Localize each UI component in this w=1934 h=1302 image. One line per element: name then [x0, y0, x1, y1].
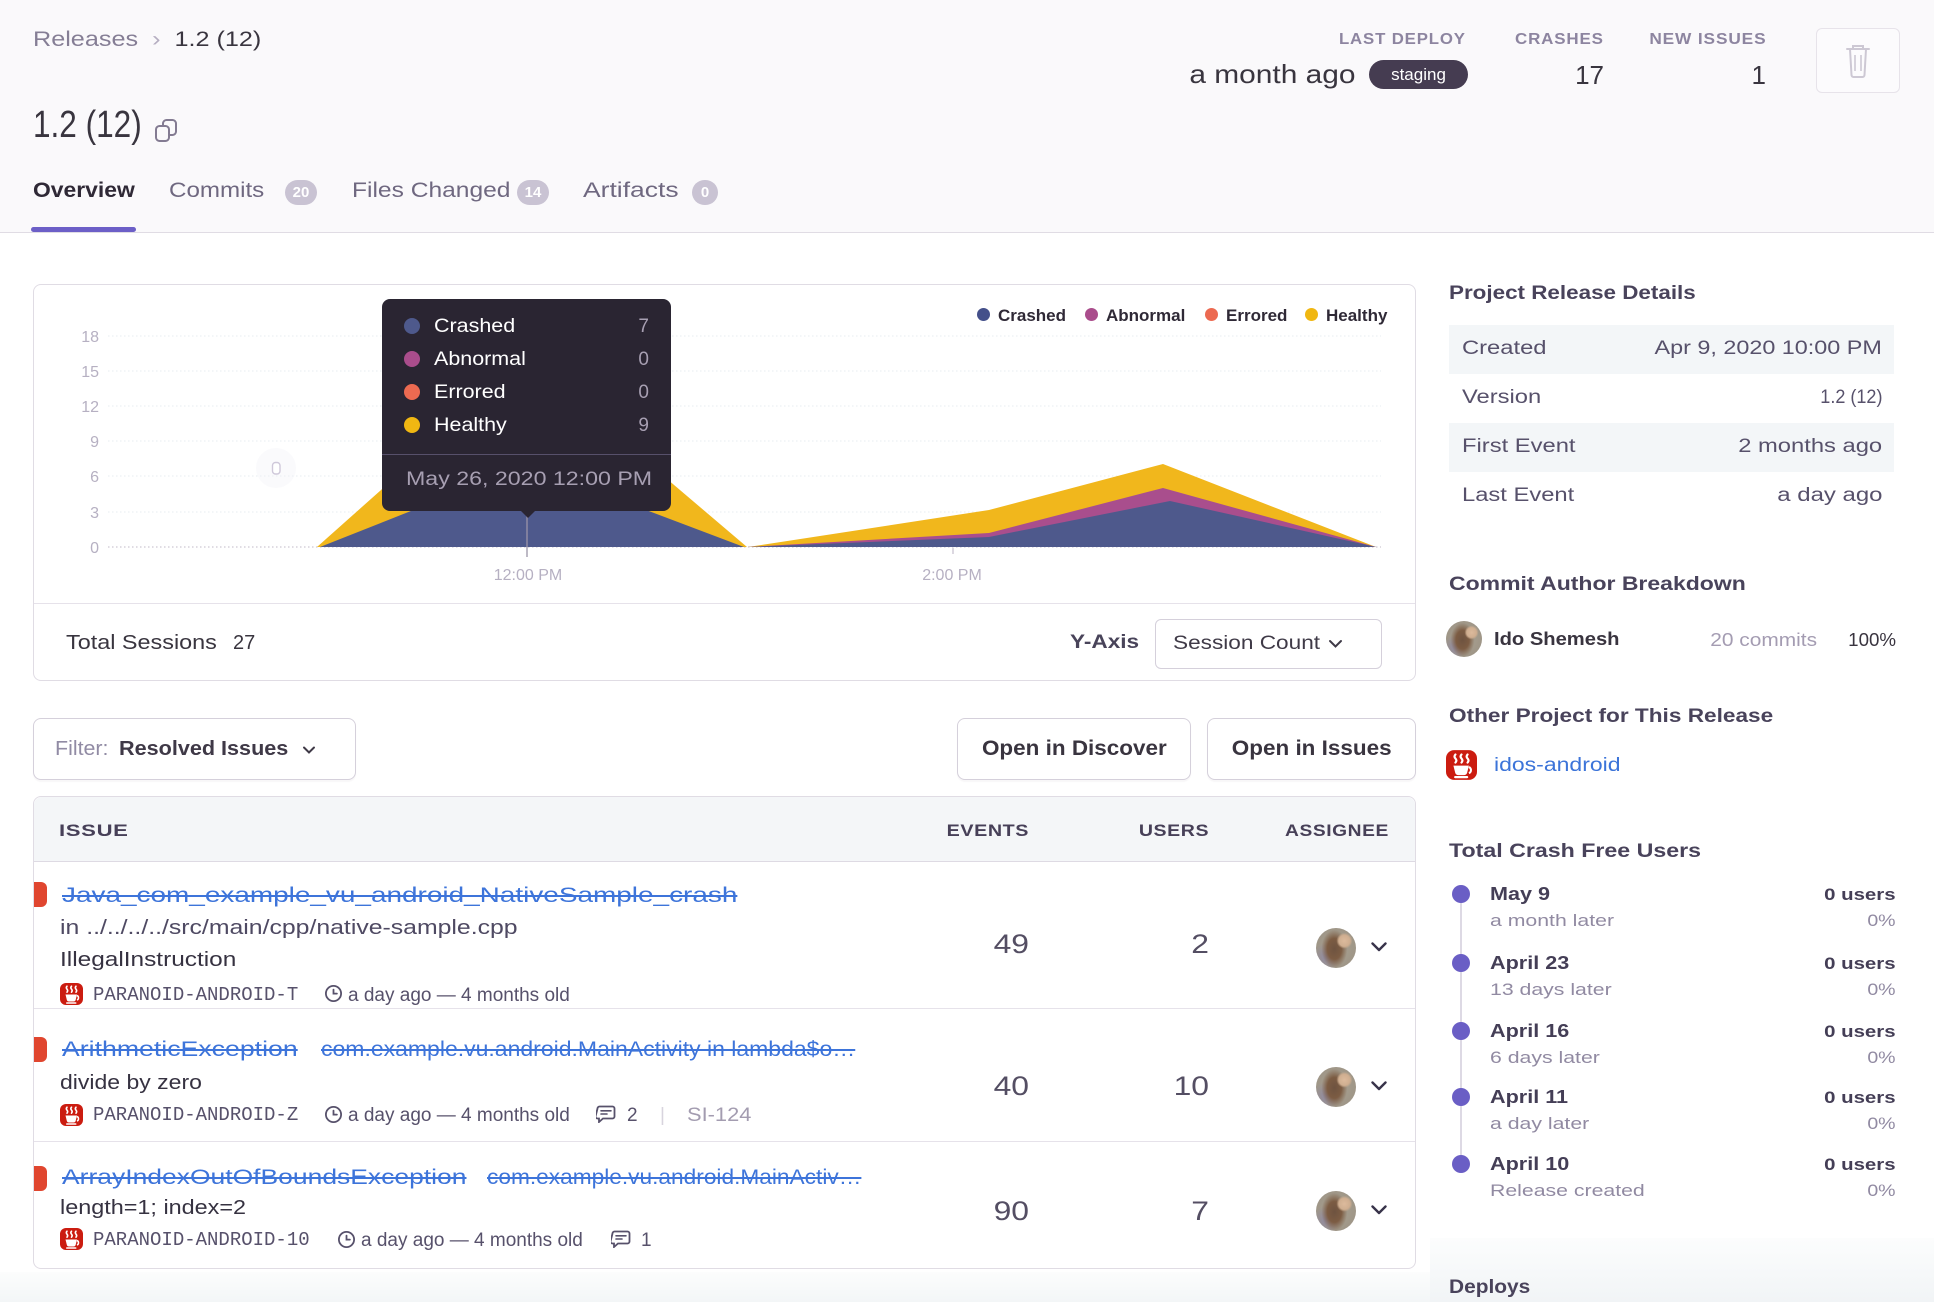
- svg-text:12:00 PM: 12:00 PM: [494, 567, 562, 584]
- svg-text:3: 3: [90, 505, 99, 522]
- svg-text:2:00 PM: 2:00 PM: [922, 567, 982, 584]
- svg-text:12: 12: [81, 399, 99, 416]
- svg-text:6: 6: [90, 469, 99, 486]
- svg-text:15: 15: [81, 364, 99, 381]
- svg-text:9: 9: [90, 434, 99, 451]
- svg-text:18: 18: [81, 329, 99, 346]
- svg-text:0: 0: [90, 540, 99, 557]
